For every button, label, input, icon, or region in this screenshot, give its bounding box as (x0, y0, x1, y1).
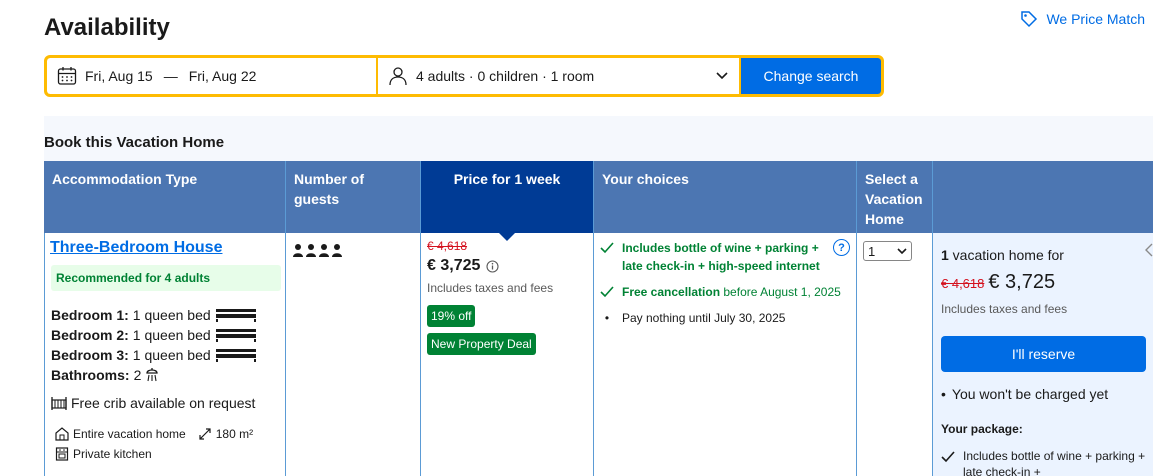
bedroom-2: Bedroom 2: 1 queen bed (51, 325, 279, 345)
calendar-icon (57, 67, 77, 85)
reserve-button[interactable]: I'll reserve (941, 336, 1146, 372)
room-quantity-select[interactable]: 1 (863, 241, 912, 261)
bedroom-2-label: Bedroom 2: (51, 327, 129, 343)
reserve-note-text: You won't be charged yet (951, 386, 1109, 402)
guests-value: 4 adults · 0 children · 1 room (416, 68, 595, 84)
queen-bed-icon (215, 329, 256, 342)
kitchen-icon (55, 447, 69, 461)
bedroom-3-label: Bedroom 3: (51, 347, 129, 363)
bedroom-1: Bedroom 1: 1 queen bed (51, 305, 279, 325)
current-price: € 3,725 (427, 257, 481, 274)
bathrooms-value: 2 (133, 367, 142, 383)
reserve-title: 1 vacation home for (941, 247, 1147, 263)
free-cancellation-text: Free cancellation (622, 285, 721, 299)
bed-list: Bedroom 1: 1 queen bed Bedroom 2: 1 quee… (51, 305, 279, 385)
entire-home-text: Entire vacation home (73, 427, 186, 441)
choices-cell: Includes bottle of wine + parking + late… (594, 233, 857, 476)
person-icon (389, 67, 407, 86)
header-reserve (933, 161, 1153, 233)
room-name-link[interactable]: Three-Bedroom House (50, 239, 279, 257)
bedroom-3-value: 1 queen bed (132, 347, 211, 363)
choice-package: Includes bottle of wine + parking + late… (600, 239, 850, 275)
pay-later-text: Pay nothing until July 30, 2025 (622, 311, 786, 325)
accommodation-cell: Three-Bedroom House Recommended for 4 ad… (44, 233, 286, 476)
reserve-prices: € 4,618 € 3,725 (941, 271, 1147, 294)
header-price: Price for 1 week (421, 161, 594, 241)
page-title: Availability (44, 14, 170, 41)
original-price: € 4,618 (427, 239, 468, 253)
crib-icon (51, 397, 67, 410)
reserve-count: 1 (941, 247, 949, 263)
header-select: Select a Vacation Home (857, 161, 933, 233)
bathrooms: Bathrooms: 2 (51, 365, 279, 385)
choice-cancellation: Free cancellation before August 1, 2025 (600, 283, 850, 301)
reserve-original-price: € 4,618 (941, 276, 985, 291)
price-match-label[interactable]: We Price Match (1046, 11, 1145, 27)
discount-badge: 19% off (427, 305, 476, 327)
checkmark-icon (941, 451, 955, 463)
checkmark-icon (600, 286, 614, 298)
bedroom-2-value: 1 queen bed (132, 327, 211, 343)
table-header: Accommodation Type Number of guests Pric… (44, 161, 1153, 241)
help-icon[interactable]: ? (833, 239, 850, 256)
reserve-taxes: Includes taxes and fees (941, 302, 1068, 316)
current-price-row: € 3,725 (427, 257, 587, 275)
cancellation-deadline: before August 1, 2025 (720, 285, 841, 299)
queen-bed-icon (215, 349, 256, 362)
crib-info: Free crib available on request (51, 395, 279, 411)
header-guests: Number of guests (286, 161, 421, 233)
tag-icon (1021, 11, 1038, 28)
reserve-note: • You won't be charged yet (941, 386, 1147, 402)
bullet-icon: • (604, 311, 610, 325)
room-quantity-value: 1 (868, 243, 876, 259)
shower-icon (146, 368, 159, 382)
chevron-down-icon (716, 72, 728, 80)
reserve-panel: 1 vacation home for € 4,618 € 3,725 Incl… (933, 233, 1153, 476)
chevron-down-icon (897, 248, 907, 255)
change-search-button[interactable]: Change search (741, 58, 881, 94)
table-row: Three-Bedroom House Recommended for 4 ad… (44, 233, 1153, 476)
facility-row: Entire vacation home 180 m² (51, 427, 279, 441)
facility-row-2: Private kitchen (51, 447, 279, 461)
recommended-badge: Recommended for 4 adults (51, 265, 281, 291)
date-separator: — (163, 68, 178, 84)
checkin-date[interactable]: Fri, Aug 15 (85, 68, 153, 84)
four-persons-icon (293, 244, 342, 257)
bathrooms-label: Bathrooms: (51, 367, 130, 383)
size-icon (199, 428, 211, 440)
chevron-left-icon[interactable] (1145, 243, 1153, 257)
choice-package-text: Includes bottle of wine + parking + late… (622, 241, 820, 273)
house-icon (55, 427, 69, 441)
choice-pay-later: • Pay nothing until July 30, 2025 (600, 309, 850, 327)
reserve-title-text: vacation home for (948, 247, 1064, 263)
date-picker[interactable]: Fri, Aug 15 — Fri, Aug 22 (47, 58, 376, 94)
price-match-link[interactable]: We Price Match (1020, 10, 1145, 28)
size-text: 180 m² (215, 427, 254, 441)
checkmark-icon (600, 242, 614, 254)
select-cell: 1 (857, 233, 933, 476)
info-icon[interactable] (486, 259, 499, 273)
reserve-current-price: € 3,725 (988, 271, 1056, 293)
price-cell: € 4,618 € 3,725 Includes taxes and fees … (421, 233, 594, 476)
deal-badge: New Property Deal (427, 333, 536, 355)
checkout-date[interactable]: Fri, Aug 22 (189, 68, 257, 84)
package-title: Your package: (941, 422, 1023, 436)
search-bar: Fri, Aug 15 — Fri, Aug 22 4 adults · 0 c… (44, 55, 884, 97)
guests-selector[interactable]: 4 adults · 0 children · 1 room (378, 58, 739, 94)
price-taxes: Includes taxes and fees (427, 281, 554, 295)
kitchen-text: Private kitchen (73, 447, 152, 461)
bedroom-1-value: 1 queen bed (132, 307, 211, 323)
guests-cell (286, 233, 421, 476)
crib-text: Free crib available on request (71, 395, 256, 411)
bedroom-3: Bedroom 3: 1 queen bed (51, 345, 279, 365)
package-item-text: Includes bottle of wine + parking + late… (963, 449, 1146, 476)
header-accommodation: Accommodation Type (44, 161, 286, 233)
queen-bed-icon (215, 309, 256, 322)
bedroom-1-label: Bedroom 1: (51, 307, 129, 323)
package-item: Includes bottle of wine + parking + late… (941, 448, 1147, 476)
header-choices: Your choices (594, 161, 857, 233)
bullet-icon: • (941, 386, 946, 402)
section-title: Book this Vacation Home (44, 134, 225, 151)
